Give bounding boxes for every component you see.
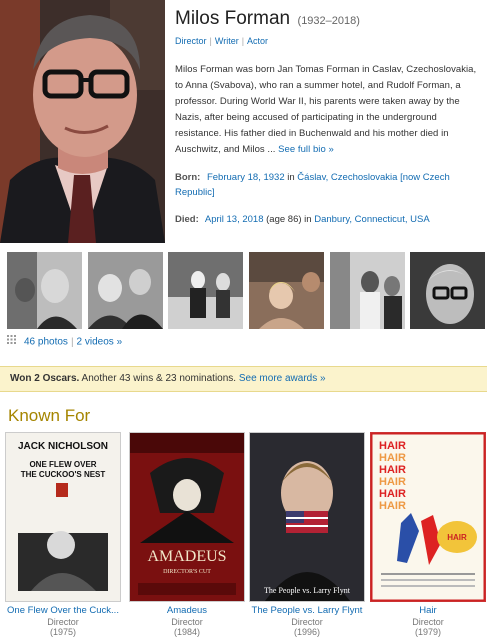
photo-thumbnail[interactable] bbox=[168, 252, 243, 329]
see-full-bio-link[interactable]: See full bio » bbox=[278, 144, 334, 155]
role-writer-link[interactable]: Writer bbox=[215, 36, 239, 46]
svg-text:HAIR: HAIR bbox=[379, 452, 406, 464]
svg-text:HAIR: HAIR bbox=[379, 488, 406, 500]
poster-actor-text: JACK NICHOLSON bbox=[18, 441, 108, 452]
photo-thumbnail[interactable] bbox=[330, 252, 405, 329]
photo-strip bbox=[7, 252, 487, 329]
born-place-city: Čáslav, bbox=[297, 172, 329, 183]
poster-word-text: HAIR bbox=[379, 440, 406, 452]
movie-poster[interactable]: The People vs. Larry Flynt bbox=[249, 432, 365, 602]
role-director-link[interactable]: Director bbox=[175, 36, 207, 46]
see-more-awards-link[interactable]: See more awards » bbox=[239, 373, 326, 384]
awards-summary: Another 43 wins & 23 nominations. bbox=[81, 373, 237, 384]
movie-year: (1975) bbox=[49, 627, 76, 637]
known-for-card[interactable]: JACK NICHOLSON ONE FLEW OVER THE CUCKOO'… bbox=[4, 432, 122, 637]
bio-text: Milos Forman was born Jan Tomas Forman i… bbox=[175, 62, 485, 158]
photo-thumbnail[interactable] bbox=[88, 252, 163, 329]
born-label: Born: bbox=[175, 172, 201, 183]
role-actor-link[interactable]: Actor bbox=[247, 36, 268, 46]
bio-body: Milos Forman was born Jan Tomas Forman i… bbox=[175, 64, 477, 155]
life-years: (1932–2018) bbox=[297, 15, 360, 27]
svg-text:HAIR: HAIR bbox=[379, 464, 406, 476]
died-date-link[interactable]: April 13, 2018 bbox=[205, 214, 264, 225]
movie-poster[interactable]: JACK NICHOLSON ONE FLEW OVER THE CUCKOO'… bbox=[5, 432, 121, 602]
movie-title-link[interactable]: Hair bbox=[369, 605, 487, 617]
awards-headline: Won 2 Oscars. bbox=[10, 373, 80, 384]
born-in-text: in bbox=[287, 172, 295, 183]
videos-link[interactable]: 2 videos » bbox=[77, 337, 123, 348]
known-for-heading: Known For bbox=[8, 406, 91, 425]
photo-thumbnail[interactable] bbox=[410, 252, 485, 329]
svg-text:THE CUCKOO'S NEST: THE CUCKOO'S NEST bbox=[21, 470, 106, 479]
svg-text:ONE FLEW OVER: ONE FLEW OVER bbox=[29, 460, 96, 469]
media-links: 46 photos | 2 videos » bbox=[7, 335, 122, 350]
person-info: Milos Forman (1932–2018) Director | Writer… bbox=[175, 0, 485, 227]
movie-year: (1984) bbox=[173, 627, 200, 637]
movie-year: (1996) bbox=[293, 627, 320, 637]
died-place-link[interactable]: Danbury, Connecticut, USA bbox=[314, 214, 429, 225]
known-for-card[interactable]: AMADEUS DIRECTOR'S CUT Amadeus Director … bbox=[128, 432, 246, 637]
photos-link[interactable]: 46 photos bbox=[24, 337, 68, 348]
grid-icon bbox=[7, 335, 16, 349]
poster-subtitle-text: DIRECTOR'S CUT bbox=[163, 569, 211, 575]
movie-title-link[interactable]: Amadeus bbox=[128, 605, 246, 617]
died-age-text: (age 86) in bbox=[266, 214, 312, 225]
movie-poster[interactable]: HAIR HAIR HAIR HAIR HAIR HAIR HAIR bbox=[370, 432, 486, 602]
svg-text:HAIR: HAIR bbox=[379, 476, 406, 488]
died-row: Died: April 13, 2018 (age 86) in Danbury… bbox=[175, 212, 485, 227]
movie-title-link[interactable]: One Flew Over the Cuck... bbox=[4, 605, 122, 617]
roles-list: Director | Writer | Actor bbox=[175, 36, 269, 46]
poster-title-text: AMADEUS bbox=[147, 548, 226, 565]
born-date-link[interactable]: February 18, 1932 bbox=[207, 172, 285, 183]
movie-title-link[interactable]: The People vs. Larry Flynt bbox=[248, 605, 366, 617]
movie-year: (1979) bbox=[414, 627, 441, 637]
movie-poster[interactable]: AMADEUS DIRECTOR'S CUT bbox=[129, 432, 245, 602]
movie-role: Director bbox=[47, 617, 79, 627]
poster-title-text: The People vs. Larry Flynt bbox=[264, 586, 351, 595]
died-label: Died: bbox=[175, 214, 199, 225]
known-for-card[interactable]: HAIR HAIR HAIR HAIR HAIR HAIR HAIR Hair … bbox=[369, 432, 487, 637]
movie-role: Director bbox=[171, 617, 203, 627]
photo-thumbnail[interactable] bbox=[7, 252, 82, 329]
photo-thumbnail[interactable] bbox=[249, 252, 324, 329]
person-name: Milos Forman bbox=[175, 8, 291, 29]
awards-bar: Won 2 Oscars. Another 43 wins & 23 nomin… bbox=[0, 366, 487, 392]
born-row: Born: February 18, 1932 in Čáslav, Czech… bbox=[175, 170, 485, 200]
movie-role: Director bbox=[291, 617, 323, 627]
known-for-card[interactable]: The People vs. Larry Flynt The People vs… bbox=[248, 432, 366, 637]
movie-role: Director bbox=[412, 617, 444, 627]
svg-text:HAIR: HAIR bbox=[379, 500, 406, 512]
profile-photo[interactable] bbox=[0, 0, 165, 243]
svg-text:HAIR: HAIR bbox=[447, 533, 467, 542]
